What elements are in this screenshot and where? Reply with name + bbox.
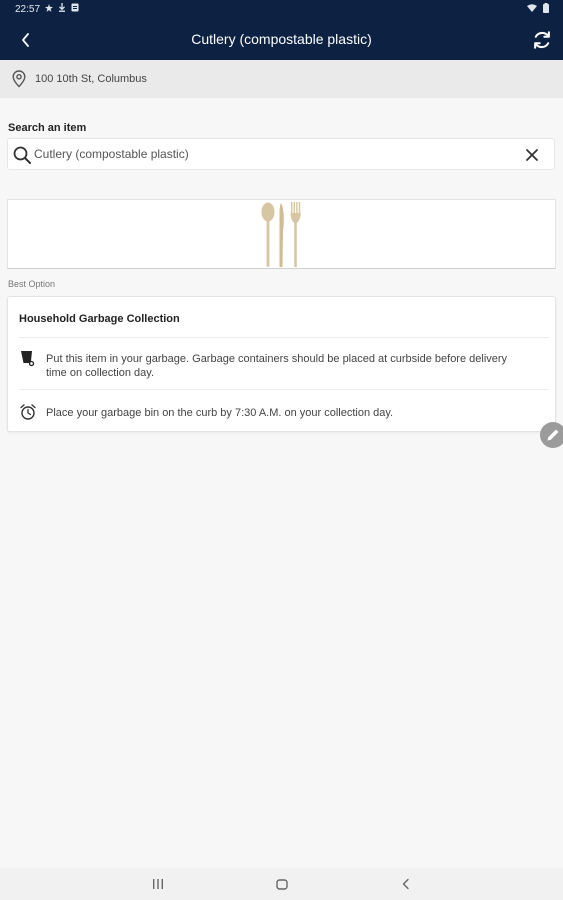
download-icon xyxy=(59,3,65,12)
search-icon xyxy=(13,146,31,164)
disposal-method-title: Household Garbage Collection xyxy=(19,313,180,325)
search-label: Search an item xyxy=(8,122,87,134)
back-nav-icon[interactable] xyxy=(400,878,412,890)
refresh-button[interactable] xyxy=(531,29,553,51)
location-pin-icon xyxy=(12,70,26,88)
divider xyxy=(19,389,549,390)
system-navigation-bar xyxy=(0,868,563,900)
cutlery-icon xyxy=(261,202,301,267)
close-icon xyxy=(526,149,538,161)
app-header: 22:57 Cutlery (compostable plastic) xyxy=(0,0,563,60)
wifi-icon xyxy=(527,4,537,12)
address-text: 100 10th St, Columbus xyxy=(35,73,147,85)
status-time: 22:57 xyxy=(15,4,41,15)
clear-search-button[interactable] xyxy=(524,147,540,163)
search-box[interactable] xyxy=(7,138,555,170)
instruction-text: Place your garbage bin on the curb by 7:… xyxy=(46,407,394,419)
item-image-card xyxy=(7,199,556,269)
pencil-icon xyxy=(547,429,559,441)
home-icon[interactable] xyxy=(276,879,288,890)
status-notification-icons xyxy=(45,3,79,12)
garbage-bin-icon xyxy=(21,351,35,367)
star-icon xyxy=(45,3,53,12)
clipboard-icon xyxy=(71,3,79,12)
divider xyxy=(19,337,549,338)
status-system-icons xyxy=(527,3,549,13)
battery-icon xyxy=(543,3,549,13)
location-bar[interactable]: 100 10th St, Columbus xyxy=(0,60,563,98)
recents-icon[interactable] xyxy=(152,878,164,890)
instruction-text: Put this item in your garbage. Garbage c… xyxy=(46,353,508,379)
page-title: Cutlery (compostable plastic) xyxy=(191,31,372,47)
search-input[interactable] xyxy=(34,143,514,165)
refresh-icon xyxy=(534,31,550,49)
status-bar: 22:57 xyxy=(0,0,563,18)
best-option-label: Best Option xyxy=(8,279,56,289)
disposal-option-card[interactable]: Household Garbage Collection Put this it… xyxy=(7,296,556,432)
edit-button[interactable] xyxy=(540,422,563,448)
alarm-clock-icon xyxy=(20,404,36,420)
